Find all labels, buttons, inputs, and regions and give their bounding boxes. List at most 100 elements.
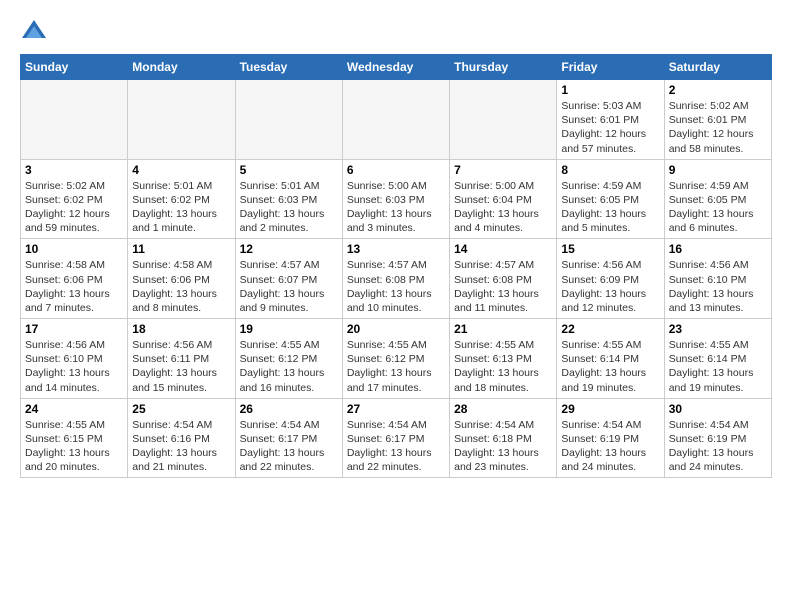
calendar-cell: 24 Sunrise: 4:55 AMSunset: 6:15 PMDayligh… [21,398,128,478]
calendar-weekday-header: Thursday [450,55,557,80]
day-info: Sunrise: 5:00 AMSunset: 6:04 PMDaylight:… [454,179,552,236]
calendar-cell: 2Sunrise: 5:02 AMSunset: 6:01 PMDaylight… [664,80,771,160]
day-number: 13 [347,242,445,256]
day-info: Sunrise: 4:59 AMSunset: 6:05 PMDaylight:… [561,179,659,236]
day-number: 15 [561,242,659,256]
calendar-cell: 20 Sunrise: 4:55 AMSunset: 6:12 PMDayligh… [342,319,449,399]
calendar-cell [21,80,128,160]
day-number: 16 [669,242,767,256]
calendar-cell: 4Sunrise: 5:01 AMSunset: 6:02 PMDaylight… [128,159,235,239]
calendar-cell: 14Sunrise: 4:57 AMSunset: 6:08 PMDayligh… [450,239,557,319]
day-info: Sunrise: 4:55 AMSunset: 6:14 PMDaylight:… [561,338,659,395]
calendar-cell: 30 Sunrise: 4:54 AMSunset: 6:19 PMDayligh… [664,398,771,478]
calendar-cell: 6 Sunrise: 5:00 AMSunset: 6:03 PMDaylight… [342,159,449,239]
day-number: 11 [132,242,230,256]
calendar-cell: 21 Sunrise: 4:55 AMSunset: 6:13 PMDayligh… [450,319,557,399]
day-number: 21 [454,322,552,336]
calendar-weekday-header: Saturday [664,55,771,80]
day-info: Sunrise: 4:56 AMSunset: 6:11 PMDaylight:… [132,338,230,395]
calendar-cell: 26 Sunrise: 4:54 AMSunset: 6:17 PMDayligh… [235,398,342,478]
calendar-cell [450,80,557,160]
day-info: Sunrise: 5:02 AMSunset: 6:02 PMDaylight:… [25,179,123,236]
day-number: 24 [25,402,123,416]
calendar-weekday-header: Friday [557,55,664,80]
calendar-weekday-header: Wednesday [342,55,449,80]
calendar-week-row: 10 Sunrise: 4:58 AMSunset: 6:06 PMDayligh… [21,239,772,319]
day-number: 9 [669,163,767,177]
calendar-cell: 28 Sunrise: 4:54 AMSunset: 6:18 PMDayligh… [450,398,557,478]
day-info: Sunrise: 4:55 AMSunset: 6:12 PMDaylight:… [347,338,445,395]
day-info: Sunrise: 4:55 AMSunset: 6:13 PMDaylight:… [454,338,552,395]
day-number: 1 [561,83,659,97]
day-number: 17 [25,322,123,336]
day-number: 19 [240,322,338,336]
day-info: Sunrise: 4:54 AMSunset: 6:18 PMDaylight:… [454,418,552,475]
day-number: 12 [240,242,338,256]
calendar-cell: 15Sunrise: 4:56 AMSunset: 6:09 PMDayligh… [557,239,664,319]
calendar-cell: 9 Sunrise: 4:59 AMSunset: 6:05 PMDaylight… [664,159,771,239]
day-info: Sunrise: 5:03 AMSunset: 6:01 PMDaylight:… [561,99,659,156]
day-number: 3 [25,163,123,177]
calendar-weekday-header: Sunday [21,55,128,80]
day-number: 22 [561,322,659,336]
day-number: 2 [669,83,767,97]
calendar-cell: 27Sunrise: 4:54 AMSunset: 6:17 PMDayligh… [342,398,449,478]
day-info: Sunrise: 4:54 AMSunset: 6:19 PMDaylight:… [561,418,659,475]
calendar-week-row: 24 Sunrise: 4:55 AMSunset: 6:15 PMDayligh… [21,398,772,478]
calendar-weekday-header: Tuesday [235,55,342,80]
day-number: 23 [669,322,767,336]
calendar-cell [128,80,235,160]
calendar-cell: 19 Sunrise: 4:55 AMSunset: 6:12 PMDayligh… [235,319,342,399]
day-number: 25 [132,402,230,416]
day-number: 4 [132,163,230,177]
day-info: Sunrise: 4:54 AMSunset: 6:17 PMDaylight:… [240,418,338,475]
calendar-cell: 11 Sunrise: 4:58 AMSunset: 6:06 PMDayligh… [128,239,235,319]
day-info: Sunrise: 4:56 AMSunset: 6:10 PMDaylight:… [669,258,767,315]
calendar-cell: 16 Sunrise: 4:56 AMSunset: 6:10 PMDayligh… [664,239,771,319]
day-info: Sunrise: 5:00 AMSunset: 6:03 PMDaylight:… [347,179,445,236]
day-info: Sunrise: 4:54 AMSunset: 6:16 PMDaylight:… [132,418,230,475]
day-number: 26 [240,402,338,416]
calendar-cell: 18 Sunrise: 4:56 AMSunset: 6:11 PMDayligh… [128,319,235,399]
calendar-header-row: SundayMondayTuesdayWednesdayThursdayFrid… [21,55,772,80]
logo-icon [20,18,48,46]
logo [20,16,50,46]
day-info: Sunrise: 4:58 AMSunset: 6:06 PMDaylight:… [25,258,123,315]
calendar-week-row: 3 Sunrise: 5:02 AMSunset: 6:02 PMDaylight… [21,159,772,239]
calendar-cell: 25 Sunrise: 4:54 AMSunset: 6:16 PMDayligh… [128,398,235,478]
day-number: 8 [561,163,659,177]
day-info: Sunrise: 5:01 AMSunset: 6:03 PMDaylight:… [240,179,338,236]
calendar-cell: 23 Sunrise: 4:55 AMSunset: 6:14 PMDayligh… [664,319,771,399]
day-info: Sunrise: 4:55 AMSunset: 6:12 PMDaylight:… [240,338,338,395]
day-info: Sunrise: 4:58 AMSunset: 6:06 PMDaylight:… [132,258,230,315]
day-number: 5 [240,163,338,177]
day-info: Sunrise: 4:59 AMSunset: 6:05 PMDaylight:… [669,179,767,236]
calendar-cell: 7 Sunrise: 5:00 AMSunset: 6:04 PMDaylight… [450,159,557,239]
calendar-cell [342,80,449,160]
day-number: 7 [454,163,552,177]
day-number: 30 [669,402,767,416]
calendar-weekday-header: Monday [128,55,235,80]
calendar-cell [235,80,342,160]
calendar-table: SundayMondayTuesdayWednesdayThursdayFrid… [20,54,772,478]
day-info: Sunrise: 4:54 AMSunset: 6:19 PMDaylight:… [669,418,767,475]
day-number: 6 [347,163,445,177]
calendar-week-row: 17Sunrise: 4:56 AMSunset: 6:10 PMDayligh… [21,319,772,399]
day-number: 27 [347,402,445,416]
calendar-cell: 13Sunrise: 4:57 AMSunset: 6:08 PMDayligh… [342,239,449,319]
day-number: 10 [25,242,123,256]
calendar-cell: 5 Sunrise: 5:01 AMSunset: 6:03 PMDaylight… [235,159,342,239]
day-info: Sunrise: 4:57 AMSunset: 6:08 PMDaylight:… [454,258,552,315]
calendar-week-row: 1 Sunrise: 5:03 AMSunset: 6:01 PMDaylight… [21,80,772,160]
day-number: 18 [132,322,230,336]
calendar-cell: 22 Sunrise: 4:55 AMSunset: 6:14 PMDayligh… [557,319,664,399]
day-info: Sunrise: 4:55 AMSunset: 6:15 PMDaylight:… [25,418,123,475]
day-number: 28 [454,402,552,416]
calendar-cell: 17Sunrise: 4:56 AMSunset: 6:10 PMDayligh… [21,319,128,399]
day-info: Sunrise: 4:55 AMSunset: 6:14 PMDaylight:… [669,338,767,395]
day-number: 29 [561,402,659,416]
calendar-cell: 1 Sunrise: 5:03 AMSunset: 6:01 PMDaylight… [557,80,664,160]
day-info: Sunrise: 4:57 AMSunset: 6:07 PMDaylight:… [240,258,338,315]
day-number: 20 [347,322,445,336]
calendar-cell: 10 Sunrise: 4:58 AMSunset: 6:06 PMDayligh… [21,239,128,319]
